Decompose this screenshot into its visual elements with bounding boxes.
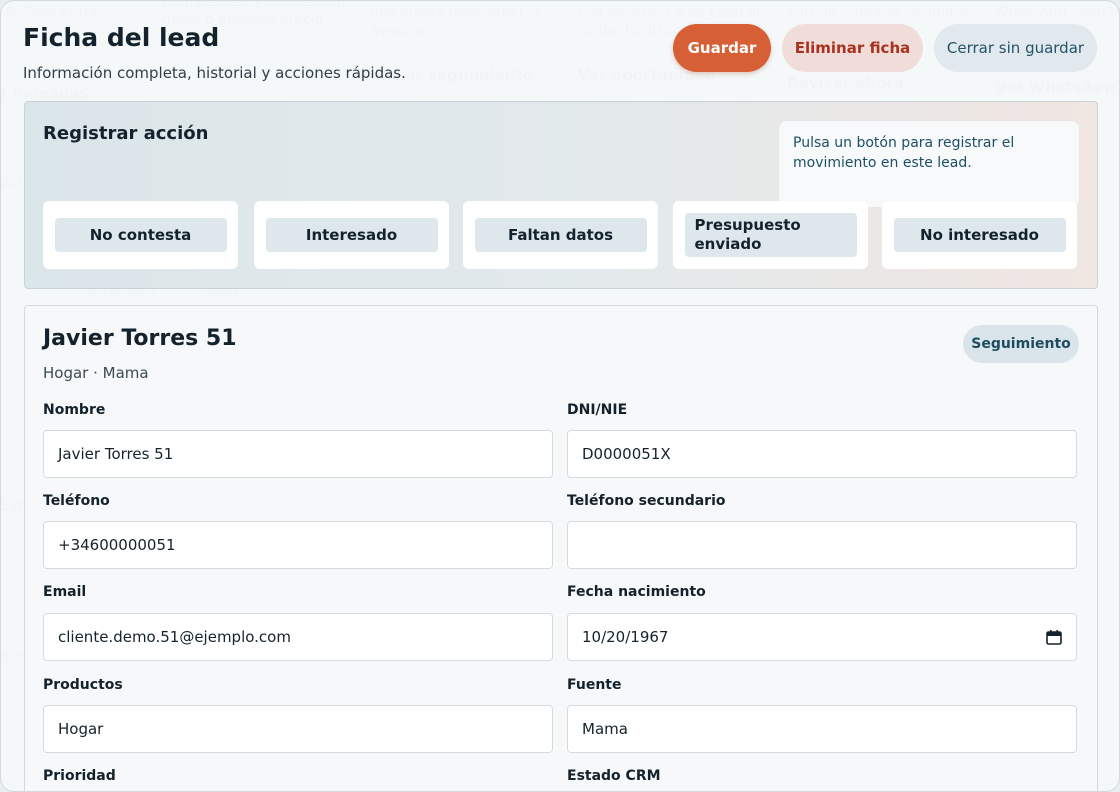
fecha-nacimiento-label: Fecha nacimiento bbox=[567, 584, 706, 600]
modal-title: Ficha del lead bbox=[23, 23, 220, 52]
fecha-nacimiento-value: 10/20/1967 bbox=[582, 628, 669, 646]
productos-value: Hogar bbox=[58, 720, 104, 738]
action-no-contesta-button[interactable]: No contesta bbox=[54, 218, 227, 252]
action-interesado-button[interactable]: Interesado bbox=[265, 218, 438, 252]
dni-value: D0000051X bbox=[582, 445, 671, 463]
prioridad-label: Prioridad bbox=[43, 768, 116, 784]
action-card: Interesado bbox=[254, 201, 449, 269]
nombre-input[interactable]: Javier Torres 51 bbox=[43, 430, 553, 478]
register-action-title: Registrar acción bbox=[43, 123, 209, 144]
action-presupuesto-enviado-button[interactable]: Presupuesto enviado bbox=[684, 213, 857, 257]
action-card: Faltan datos bbox=[463, 201, 658, 269]
dni-label: DNI/NIE bbox=[567, 402, 628, 418]
dni-input[interactable]: D0000051X bbox=[567, 430, 1077, 478]
action-card: No interesado bbox=[882, 201, 1077, 269]
calendar-icon[interactable] bbox=[1046, 629, 1062, 645]
lead-modal: Ficha del lead Información completa, his… bbox=[0, 0, 1120, 792]
action-card: Presupuesto enviado bbox=[673, 201, 868, 269]
email-input[interactable]: cliente.demo.51@ejemplo.com bbox=[43, 613, 553, 661]
status-badge: Seguimiento bbox=[963, 325, 1079, 363]
telefono-value: +34600000051 bbox=[58, 536, 176, 554]
telefono-secundario-label: Teléfono secundario bbox=[567, 493, 726, 509]
lead-meta: Hogar · Mama bbox=[43, 364, 149, 382]
fuente-label: Fuente bbox=[567, 677, 622, 693]
productos-label: Productos bbox=[43, 677, 123, 693]
telefono-secundario-input[interactable] bbox=[567, 521, 1077, 569]
delete-lead-button[interactable]: Eliminar ficha bbox=[782, 24, 923, 72]
fuente-value: Mama bbox=[582, 720, 628, 738]
lead-details-card: Javier Torres 51 Hogar · Mama Seguimient… bbox=[24, 305, 1098, 791]
modal-subtitle: Información completa, historial y accion… bbox=[23, 64, 406, 82]
email-value: cliente.demo.51@ejemplo.com bbox=[58, 628, 291, 646]
register-action-panel: Registrar acción Pulsa un botón para reg… bbox=[24, 101, 1098, 289]
fuente-input[interactable]: Mama bbox=[567, 705, 1077, 753]
save-button[interactable]: Guardar bbox=[673, 24, 771, 72]
productos-input[interactable]: Hogar bbox=[43, 705, 553, 753]
lead-name: Javier Torres 51 bbox=[43, 326, 237, 351]
estado-crm-label: Estado CRM bbox=[567, 768, 661, 784]
fecha-nacimiento-input[interactable]: 10/20/1967 bbox=[567, 613, 1077, 661]
nombre-value: Javier Torres 51 bbox=[58, 445, 174, 463]
telefono-input[interactable]: +34600000051 bbox=[43, 521, 553, 569]
telefono-label: Teléfono bbox=[43, 493, 110, 509]
action-faltan-datos-button[interactable]: Faltan datos bbox=[474, 218, 647, 252]
action-hint: Pulsa un botón para registrar el movimie… bbox=[779, 121, 1079, 207]
action-card: No contesta bbox=[43, 201, 238, 269]
nombre-label: Nombre bbox=[43, 402, 106, 418]
email-label: Email bbox=[43, 584, 87, 600]
close-without-saving-button[interactable]: Cerrar sin guardar bbox=[934, 24, 1097, 72]
action-no-interesado-button[interactable]: No interesado bbox=[893, 218, 1066, 252]
